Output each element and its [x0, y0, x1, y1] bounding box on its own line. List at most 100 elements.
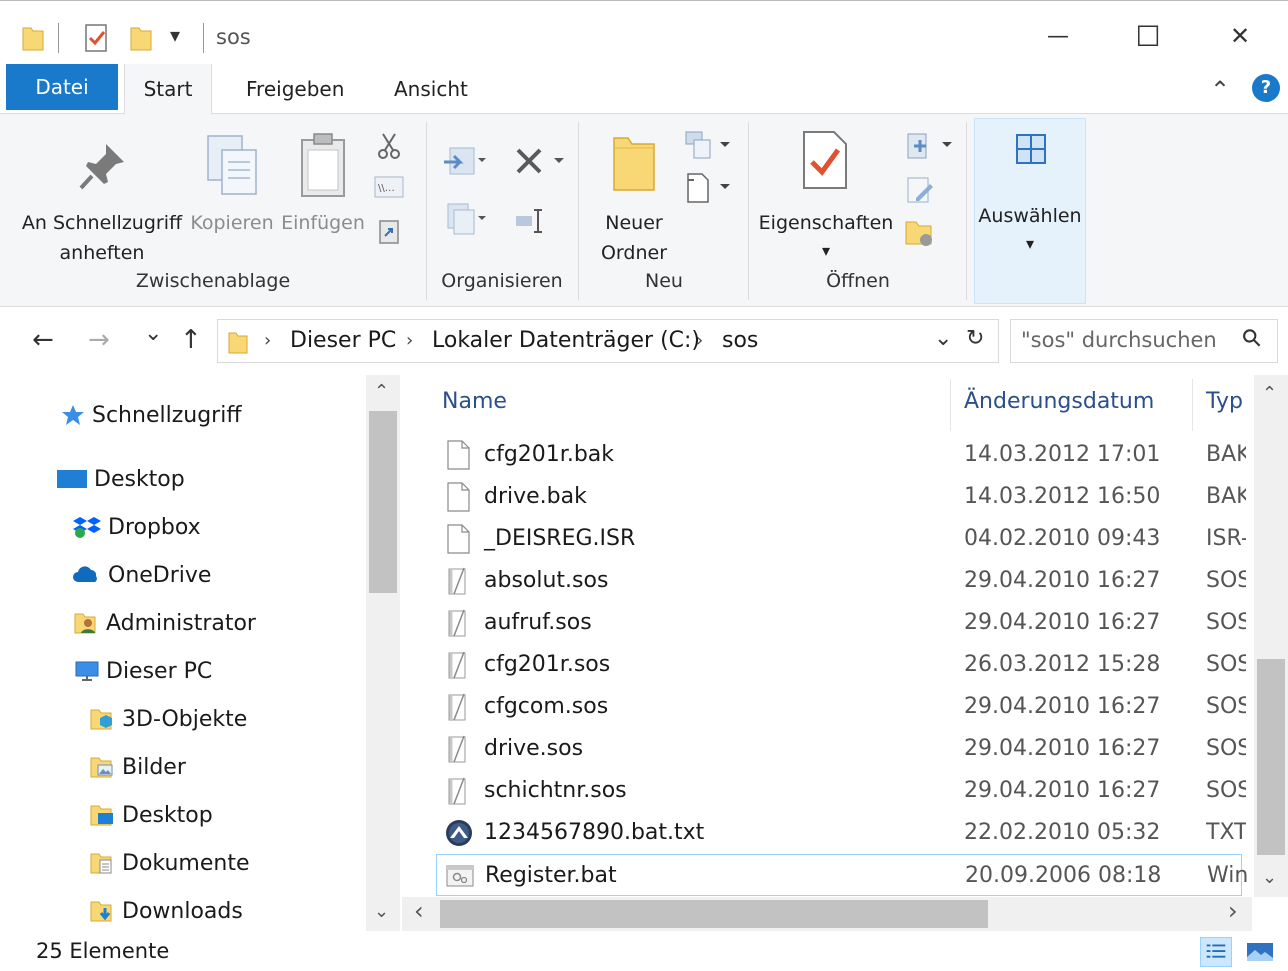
address-bar[interactable]: › Dieser PC › Lokaler Datenträger (C:) ›…	[217, 319, 999, 363]
collapse-ribbon-icon[interactable]: ⌃	[1210, 76, 1230, 104]
nav-item-onedrive[interactable]: OneDrive	[72, 555, 211, 595]
dropbox-icon	[73, 517, 101, 538]
edit-icon[interactable]	[904, 174, 936, 206]
breadcrumb-local-disk[interactable]: Lokaler Datenträger (C:)	[432, 328, 700, 353]
breadcrumb-dieser-pc[interactable]: Dieser PC	[290, 328, 396, 353]
paste-button[interactable]: Einfügen	[278, 124, 368, 244]
new-item-icon[interactable]	[682, 130, 734, 162]
nav-pane-scrollbar[interactable]: ⌃ ⌄	[366, 375, 400, 931]
file-row[interactable]: drive.bak 14.03.2012 16:50 BAK-	[436, 476, 1246, 518]
column-header-type[interactable]: Typ	[1206, 389, 1243, 414]
paste-shortcut-icon[interactable]	[378, 218, 400, 244]
horizontal-scrollbar[interactable]: ‹ ›	[402, 897, 1252, 931]
scroll-up-icon[interactable]: ⌃	[374, 381, 389, 402]
nav-item-dropbox[interactable]: Dropbox	[72, 507, 201, 547]
file-row[interactable]: aufruf.sos 29.04.2010 16:27 SOS-	[436, 602, 1246, 644]
nav-item-administrator[interactable]: Administrator	[74, 603, 256, 643]
address-dropdown-icon[interactable]: ⌄	[934, 326, 952, 351]
nav-item-dieser-pc[interactable]: Dieser PC	[74, 651, 212, 691]
file-row[interactable]: _DEISREG.ISR 04.02.2010 09:43 ISR-D	[436, 518, 1246, 560]
tab-start[interactable]: Start	[124, 64, 212, 115]
properties-label: Eigenschaften	[758, 212, 894, 234]
rename-icon[interactable]	[514, 206, 548, 236]
nav-pane-scroll-thumb[interactable]	[369, 411, 397, 593]
move-to-icon[interactable]	[442, 144, 488, 178]
history-icon[interactable]	[904, 218, 936, 248]
scroll-up-icon[interactable]: ⌃	[1262, 383, 1277, 404]
file-type: SOS-	[1206, 778, 1246, 803]
nav-item-dokumente[interactable]: Dokumente	[90, 843, 249, 883]
help-icon[interactable]: ?	[1252, 74, 1280, 102]
file-row[interactable]: 1234567890.bat.txt 22.02.2010 05:32 TXT-	[436, 812, 1246, 854]
ribbon-tabs: Datei Start Freigeben Ansicht ⌃ ?	[0, 64, 1288, 115]
file-row[interactable]: schichtnr.sos 29.04.2010 16:27 SOS-	[436, 770, 1246, 812]
pin-label-line1: An Schnellzugriff	[21, 212, 183, 234]
file-type: SOS-	[1206, 652, 1246, 677]
breadcrumb-sos[interactable]: sos	[722, 328, 758, 353]
delete-icon[interactable]	[514, 144, 566, 178]
file-name: 1234567890.bat.txt	[484, 820, 705, 845]
horizontal-scroll-thumb[interactable]	[440, 900, 988, 928]
file-row[interactable]: absolut.sos 29.04.2010 16:27 SOS-	[436, 560, 1246, 602]
column-header-name[interactable]: Name	[442, 389, 507, 414]
pin-icon	[79, 144, 124, 190]
large-icons-view-icon[interactable]	[1244, 937, 1276, 967]
details-view-icon[interactable]	[1200, 937, 1232, 967]
copy-to-icon[interactable]	[442, 202, 488, 236]
copy-path-icon[interactable]: \\…	[374, 176, 404, 198]
file-row[interactable]: cfg201r.bak 14.03.2012 17:01 BAK-	[436, 434, 1246, 476]
scroll-down-icon[interactable]: ⌄	[1262, 867, 1277, 888]
group-label-open: Öffnen	[826, 270, 890, 292]
file-list-scrollbar[interactable]: ⌃ ⌄	[1254, 375, 1288, 897]
forward-button[interactable]: →	[88, 325, 110, 355]
nav-label: Administrator	[106, 610, 256, 636]
copy-icon	[207, 135, 257, 195]
easy-access-icon[interactable]	[682, 170, 734, 204]
search-input[interactable]: "sos" durchsuchen ⚲	[1010, 319, 1278, 363]
properties-button[interactable]: Eigenschaften ▾	[756, 124, 896, 264]
new-folder-button[interactable]: Neuer Ordner	[592, 124, 676, 274]
minimize-button[interactable]: —	[1010, 11, 1106, 61]
tab-datei[interactable]: Datei	[6, 64, 118, 110]
close-button[interactable]: ✕	[1192, 11, 1288, 61]
cut-icon[interactable]	[376, 132, 402, 160]
nav-item-bilder[interactable]: Bilder	[90, 747, 186, 787]
new-folder-icon[interactable]	[130, 25, 152, 51]
properties-checkmark-icon[interactable]	[84, 23, 110, 53]
file-date: 29.04.2010 16:27	[964, 778, 1161, 803]
nav-item-3d-objekte[interactable]: 3D-Objekte	[90, 699, 247, 739]
scroll-left-icon[interactable]: ‹	[414, 897, 424, 925]
file-date: 04.02.2010 09:43	[964, 526, 1161, 551]
nav-item-schnellzugriff[interactable]: Schnellzugriff	[60, 395, 241, 435]
file-list-scroll-thumb[interactable]	[1257, 659, 1285, 855]
file-row[interactable]: cfg201r.sos 26.03.2012 15:28 SOS-	[436, 644, 1246, 686]
pin-quick-access-button[interactable]: An Schnellzugriff anheften	[14, 124, 190, 264]
maximize-button[interactable]: ☐	[1100, 11, 1196, 61]
tab-freigeben[interactable]: Freigeben	[224, 64, 366, 114]
file-type: BAK-	[1206, 484, 1246, 509]
scroll-right-icon[interactable]: ›	[1228, 897, 1238, 925]
file-name: cfg201r.bak	[484, 442, 615, 467]
recent-locations-button[interactable]: ⌄	[144, 321, 162, 346]
file-row[interactable]: cfgcom.sos 29.04.2010 16:27 SOS-	[436, 686, 1246, 728]
tab-ansicht[interactable]: Ansicht	[372, 64, 490, 114]
nav-item-desktop[interactable]: Desktop	[56, 459, 185, 499]
refresh-icon[interactable]: ↻	[966, 326, 984, 351]
scroll-down-icon[interactable]: ⌄	[374, 901, 389, 922]
file-row[interactable]: Register.bat 20.09.2006 08:18 Wind	[436, 854, 1247, 896]
notepad-file-icon	[444, 692, 472, 722]
select-button[interactable]: Auswählen ▾	[974, 118, 1086, 304]
breadcrumb-separator: ›	[406, 330, 414, 351]
back-button[interactable]: ←	[32, 325, 54, 355]
pictures-icon	[90, 757, 113, 778]
nav-item-desktop-folder[interactable]: Desktop	[90, 795, 213, 835]
notepad-file-icon	[444, 566, 472, 596]
quick-access-dropdown-icon[interactable]: ▾	[170, 23, 180, 47]
column-header-date[interactable]: Änderungsdatum	[964, 389, 1154, 414]
open-icon[interactable]	[904, 130, 956, 162]
clipboard-icon	[301, 133, 345, 197]
nav-item-downloads[interactable]: Downloads	[90, 891, 243, 931]
up-button[interactable]: ↑	[180, 325, 202, 355]
copy-button[interactable]: Kopieren	[188, 124, 276, 244]
file-row[interactable]: drive.sos 29.04.2010 16:27 SOS-	[436, 728, 1246, 770]
